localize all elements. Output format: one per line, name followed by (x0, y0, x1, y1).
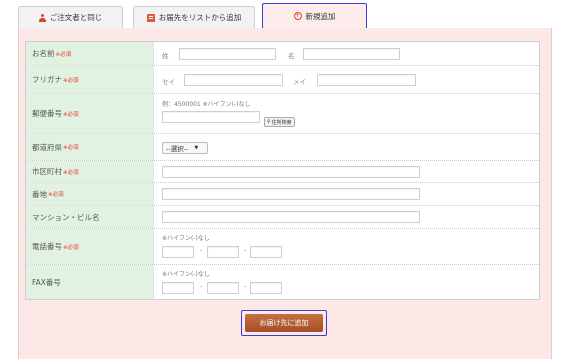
required-mark: ※必須 (63, 77, 79, 84)
phone-separator: - (200, 247, 203, 255)
person-icon (38, 13, 46, 22)
phone-hint: ※ハイフン(-)なし (162, 235, 210, 242)
tab-label: ご注文者と同じ (49, 13, 103, 22)
tab-new-address[interactable]: + 新規追加 (262, 3, 367, 29)
search-icon: ⚲ (267, 119, 271, 125)
label-prefecture: 都道府県 ※必須 (26, 134, 154, 160)
phone-input-1[interactable] (162, 246, 194, 258)
required-mark: ※必須 (48, 192, 64, 198)
label-phone: 電話番号 ※必須 (26, 229, 154, 264)
label-building: マンション・ビル名 (26, 206, 154, 228)
city-input[interactable] (162, 166, 420, 178)
label-fax: FAX番号 (26, 265, 154, 299)
fax-input-2[interactable] (207, 282, 239, 294)
tab-add-from-list[interactable]: お届先をリストから追加 (133, 6, 255, 28)
first-kana-label: メイ (293, 78, 306, 86)
plus-circle-icon: + (293, 12, 302, 20)
fax-input-3[interactable] (250, 282, 282, 294)
address-search-button[interactable]: ⚲ 住所検索 (264, 117, 295, 127)
fax-hint: ※ハイフン(-)なし (162, 271, 210, 278)
list-icon (146, 13, 155, 22)
last-kana-label: セイ (162, 78, 175, 86)
required-mark: ※必須 (63, 244, 79, 251)
address-form: お名前 ※必須 姓 名 フリガナ ※必須 セイ メイ 郵便番号 ※必須 例：45000… (25, 41, 540, 300)
row-building: マンション・ビル名 (26, 206, 539, 229)
required-mark: ※必須 (55, 51, 72, 58)
label-city: 市区町村 ※必須 (26, 161, 154, 182)
row-kana: フリガナ ※必須 セイ メイ (26, 66, 539, 94)
last-kana-input[interactable] (184, 74, 283, 86)
label-address: 番地 ※必須 (26, 183, 154, 205)
tab-label: 新規追加 (305, 11, 336, 21)
fax-separator: - (200, 283, 203, 291)
row-city: 市区町村 ※必須 (26, 161, 539, 183)
postal-input[interactable] (162, 111, 260, 123)
row-prefecture: 都道府県 ※必須 --選択-- ▼ (26, 134, 539, 161)
row-postal: 郵便番号 ※必須 例：4500001 ※ハイフン(-)なし ⚲ 住所検索 (26, 94, 539, 134)
last-name-label: 姓 (162, 52, 169, 60)
tab-label: お届先をリストから追加 (158, 13, 242, 22)
postal-example: 例：4500001 ※ハイフン(-)なし (162, 101, 251, 108)
row-fax: FAX番号 ※ハイフン(-)なし - - (26, 265, 539, 299)
first-kana-input[interactable] (317, 74, 416, 86)
row-name: お名前 ※必須 姓 名 (26, 42, 539, 66)
label-name: お名前 ※必須 (26, 42, 154, 65)
tab-same-as-orderer[interactable]: ご注文者と同じ (18, 6, 123, 28)
phone-separator: - (244, 247, 247, 255)
row-phone: 電話番号 ※必須 ※ハイフン(-)なし - - (26, 229, 539, 265)
label-kana: フリガナ ※必須 (26, 66, 154, 93)
add-delivery-button[interactable]: お届け先に追加 (245, 314, 323, 332)
prefecture-select[interactable]: --選択-- ▼ (162, 142, 208, 154)
required-mark: ※必須 (63, 169, 79, 176)
tab-bar: ご注文者と同じ お届先をリストから追加 + 新規追加 (0, 0, 570, 30)
required-mark: ※必須 (63, 111, 79, 118)
label-postal: 郵便番号 ※必須 (26, 94, 154, 133)
phone-input-3[interactable] (250, 246, 282, 258)
address-input[interactable] (162, 188, 420, 200)
last-name-input[interactable] (179, 48, 276, 60)
chevron-down-icon: ▼ (194, 145, 199, 151)
fax-input-1[interactable] (162, 282, 194, 294)
fax-separator: - (244, 283, 247, 291)
submit-focus-ring: お届け先に追加 (241, 310, 327, 336)
row-address: 番地 ※必須 (26, 183, 539, 206)
required-mark: ※必須 (63, 145, 79, 151)
building-input[interactable] (162, 211, 420, 223)
first-name-input[interactable] (303, 48, 400, 60)
first-name-label: 名 (288, 52, 295, 60)
phone-input-2[interactable] (207, 246, 239, 258)
